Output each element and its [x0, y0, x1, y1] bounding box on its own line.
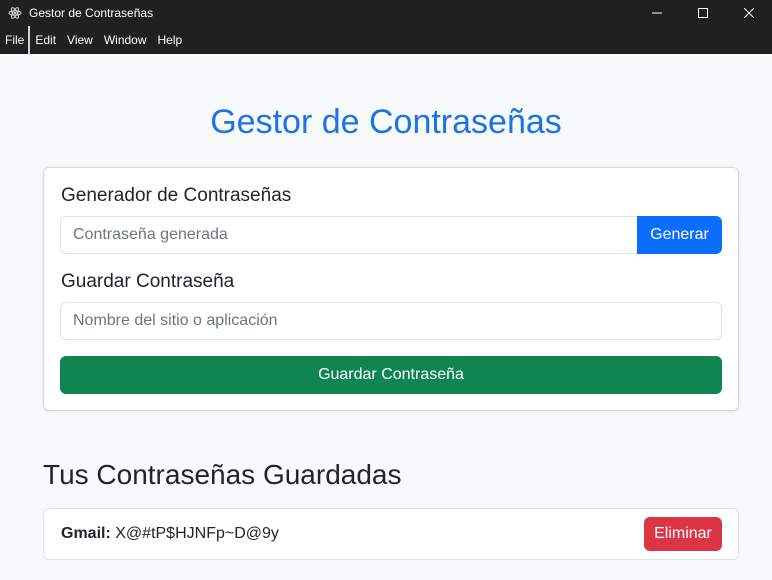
- maximize-button[interactable]: [680, 0, 726, 26]
- saved-site-name: Gmail:: [61, 525, 111, 542]
- saved-password-text: Gmail: X@#tP$HJNFp~D@9y: [61, 524, 279, 544]
- generate-button[interactable]: Generar: [637, 216, 722, 254]
- electron-atom-icon: [8, 7, 22, 19]
- site-name-input[interactable]: [60, 302, 722, 340]
- close-icon: [744, 8, 754, 18]
- window-title: Gestor de Contraseñas: [29, 6, 154, 20]
- menu-bar: File Edit View Window Help: [0, 26, 772, 54]
- menu-help[interactable]: Help: [153, 26, 189, 54]
- window-titlebar: Gestor de Contraseñas: [0, 0, 772, 26]
- minimize-button[interactable]: [634, 0, 680, 26]
- close-button[interactable]: [726, 0, 772, 26]
- generator-input-group: Generar: [60, 216, 722, 254]
- generator-title: Generador de Contraseñas: [61, 185, 292, 206]
- window-controls: [634, 0, 772, 26]
- saved-password-value: X@#tP$HJNFp~D@9y: [115, 525, 279, 542]
- save-password-button[interactable]: Guardar Contraseña: [60, 356, 722, 394]
- minimize-icon: [652, 12, 662, 14]
- delete-button[interactable]: Eliminar: [644, 517, 722, 551]
- maximize-icon: [698, 8, 708, 18]
- saved-passwords-heading: Tus Contraseñas Guardadas: [43, 459, 402, 490]
- save-title: Guardar Contraseña: [61, 271, 235, 292]
- menu-file[interactable]: File: [0, 26, 31, 54]
- menu-view[interactable]: View: [62, 26, 99, 54]
- menu-window[interactable]: Window: [99, 26, 153, 54]
- menu-edit[interactable]: Edit: [30, 26, 62, 54]
- saved-password-item: Gmail: X@#tP$HJNFp~D@9y Eliminar: [43, 508, 739, 560]
- generated-password-input[interactable]: [60, 216, 637, 254]
- password-card: Generador de Contraseñas Generar Guardar…: [43, 167, 739, 411]
- page-title: Gestor de Contraseñas: [210, 103, 562, 141]
